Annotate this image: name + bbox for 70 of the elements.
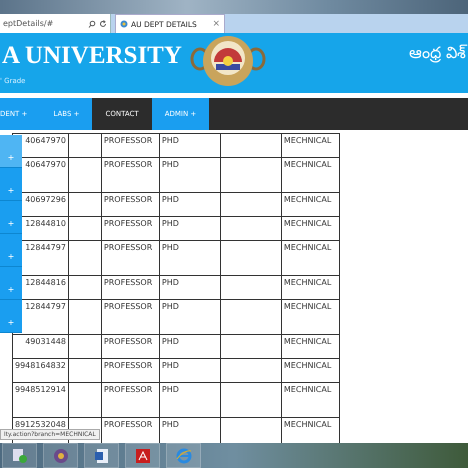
page-icon — [120, 20, 128, 28]
table-cell: MECHNICAL — [281, 382, 340, 418]
table-cell: MECHNICAL — [281, 240, 340, 276]
table-cell: MECHNICAL — [281, 158, 340, 192]
pdf-app-icon[interactable] — [125, 443, 160, 468]
table-cell: PHD — [159, 358, 220, 382]
table-cell: PHD — [159, 216, 220, 240]
emblem-app-icon[interactable] — [43, 443, 78, 468]
media-app-icon[interactable] — [2, 443, 37, 468]
table-cell — [68, 134, 102, 158]
submenu-item[interactable]: + — [0, 234, 22, 267]
table-cell — [68, 240, 102, 276]
table-cell — [68, 334, 102, 358]
table-cell: 9948164832 — [12, 358, 68, 382]
search-icon[interactable] — [88, 20, 96, 28]
table-cell — [220, 192, 282, 216]
table-cell: PHD — [159, 382, 220, 418]
telugu-title: ఆంధ్ర విశ్ — [408, 42, 466, 64]
table-cell — [68, 158, 102, 192]
table-cell: MECHNICAL — [281, 300, 340, 334]
table-cell: PROFESSOR — [101, 300, 160, 334]
university-title: A UNIVERSITY — [2, 41, 182, 71]
table-cell: PROFESSOR — [101, 334, 160, 358]
table-cell — [68, 276, 102, 300]
table-cell — [220, 158, 282, 192]
table-cell — [68, 300, 102, 334]
table-cell — [68, 192, 102, 216]
table-cell: PROFESSOR — [101, 240, 160, 276]
submenu-item[interactable]: + — [0, 300, 22, 333]
table-cell: MECHNICAL — [281, 334, 340, 358]
table-cell: PROFESSOR — [101, 192, 160, 216]
table-cell — [220, 382, 282, 418]
table-cell — [220, 216, 282, 240]
close-icon[interactable]: × — [212, 19, 220, 29]
table-cell — [220, 134, 282, 158]
table-cell: MECHNICAL — [281, 134, 340, 158]
table-cell: PHD — [159, 334, 220, 358]
table-cell: 49031448 — [12, 334, 68, 358]
table-cell: PROFESSOR — [101, 158, 160, 192]
table-cell: 9948512914 — [12, 382, 68, 418]
table-cell: MECHNICAL — [281, 358, 340, 382]
address-field[interactable]: eptDetails/# — [0, 14, 111, 33]
table-cell: MECHNICAL — [281, 192, 340, 216]
table-cell: PHD — [159, 134, 220, 158]
table-cell — [68, 216, 102, 240]
table-cell — [220, 276, 282, 300]
refresh-icon[interactable] — [99, 20, 107, 28]
submenu-item[interactable]: + — [0, 135, 22, 168]
table-cell — [220, 358, 282, 382]
submenu-item[interactable]: + — [0, 168, 22, 201]
table-cell: PHD — [159, 158, 220, 192]
table-cell — [220, 334, 282, 358]
table-cell: PHD — [159, 300, 220, 334]
submenu-item[interactable]: + — [0, 201, 22, 234]
table-cell: PROFESSOR — [101, 276, 160, 300]
table-cell: PHD — [159, 240, 220, 276]
table-cell: PHD — [159, 276, 220, 300]
submenu-item[interactable]: + — [0, 267, 22, 300]
table-cell: PROFESSOR — [101, 382, 160, 418]
table-cell: MECHNICAL — [281, 216, 340, 240]
table-cell: PHD — [159, 192, 220, 216]
table-cell: PROFESSOR — [101, 134, 160, 158]
table-cell: MECHNICAL — [281, 276, 340, 300]
table-cell — [68, 382, 102, 418]
table-cell — [220, 240, 282, 276]
document-app-icon[interactable] — [84, 443, 119, 468]
table-cell — [68, 358, 102, 382]
table-cell — [220, 300, 282, 334]
table-cell: PROFESSOR — [101, 216, 160, 240]
table-cell: PROFESSOR — [101, 358, 160, 382]
